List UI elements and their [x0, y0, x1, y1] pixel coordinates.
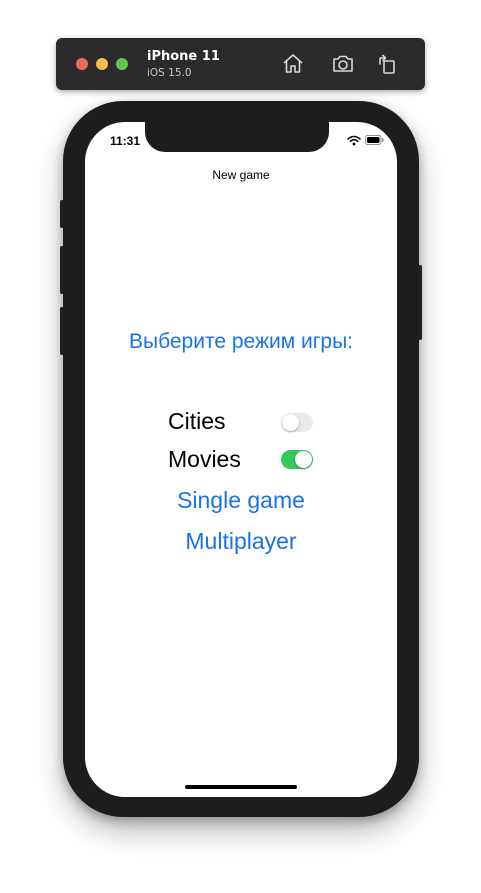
cities-label: Cities: [168, 408, 226, 434]
single-game-button[interactable]: Single game: [85, 487, 397, 514]
minimize-window-button[interactable]: [96, 58, 108, 70]
os-version: iOS 15.0: [147, 67, 192, 79]
home-icon[interactable]: [281, 52, 305, 76]
simulator-toolbar: iPhone 11 iOS 15.0: [56, 38, 425, 90]
cities-toggle[interactable]: [281, 413, 313, 432]
toggle-knob: [295, 451, 312, 468]
close-window-button[interactable]: [76, 58, 88, 70]
wifi-icon: [347, 135, 361, 146]
screenshot-icon[interactable]: [331, 52, 355, 76]
nav-title: New game: [212, 168, 270, 182]
rotate-icon[interactable]: [376, 52, 400, 76]
battery-icon: [365, 135, 384, 145]
movies-label: Movies: [168, 446, 241, 472]
multiplayer-button[interactable]: Multiplayer: [85, 528, 397, 555]
status-time: 11:31: [110, 134, 141, 148]
notch: [145, 122, 329, 152]
home-indicator[interactable]: [185, 785, 297, 789]
device-name: iPhone 11: [147, 49, 220, 64]
phone-screen: 11:31 New game Выберите режим игры: Citi…: [85, 122, 397, 797]
mode-prompt: Выберите режим игры:: [128, 330, 354, 353]
toggle-knob: [282, 414, 299, 431]
zoom-window-button[interactable]: [116, 58, 128, 70]
movies-toggle[interactable]: [281, 450, 313, 469]
